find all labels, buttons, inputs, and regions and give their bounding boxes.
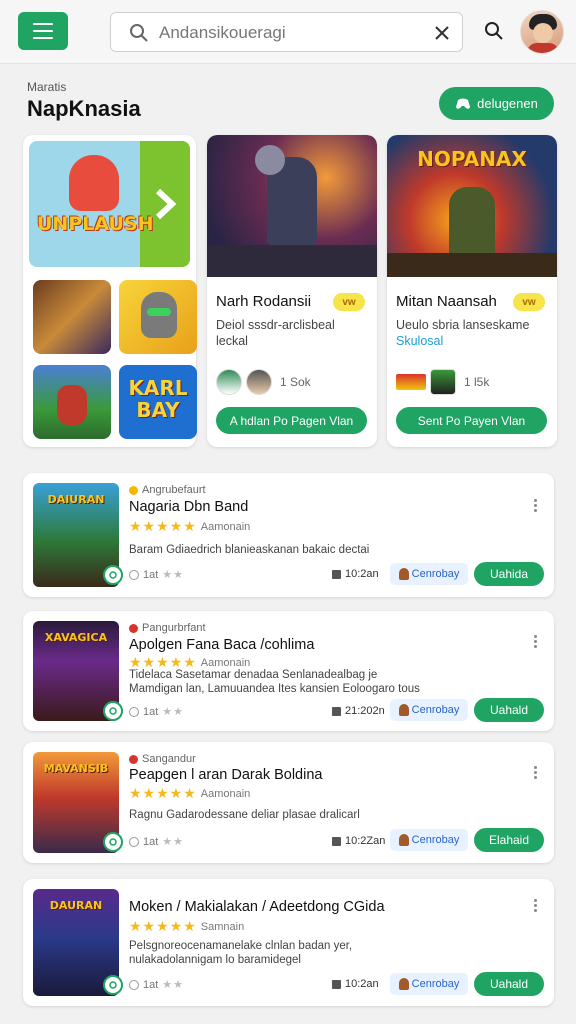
top-app-bar — [0, 0, 576, 64]
more-options-icon[interactable] — [529, 635, 541, 651]
player-avatars: 1 Sok — [216, 369, 311, 395]
collection-hero-logo: UNPLAUSH — [37, 213, 154, 235]
featured-game-title: Narh Rodansii — [216, 293, 312, 310]
section-title: NapKnasia — [27, 96, 141, 121]
install-button[interactable]: Elahaid — [474, 828, 544, 852]
featured-game-image[interactable]: NOPANAX — [387, 135, 557, 277]
game-description: Ragnu Gadarodessane deliar plasae dralic… — [129, 809, 360, 821]
category-label: Angrubefaurt — [129, 484, 206, 496]
row-footer: 1at ★★ — [129, 568, 184, 581]
list-item[interactable]: DAURAN Moken / Makialakan / Adeetdong CG… — [23, 879, 554, 1006]
list-item[interactable]: DAIURAN Angrubefaurt Nagaria Dbn Band ★★… — [23, 473, 554, 597]
section-action-label: delugenen — [477, 96, 538, 111]
rating: ★★★★★ Aamonain — [129, 518, 251, 534]
publisher-tag[interactable]: Cenrobay — [390, 829, 468, 851]
publisher-tag[interactable]: Cenrobay — [390, 699, 468, 721]
play-button[interactable]: A hdlan Po Pagen Vlan — [216, 407, 367, 434]
game-description: Baram Gdiaedrich blanieaskanan bakaic de… — [129, 544, 370, 556]
row-footer: 1at ★★ — [129, 705, 184, 718]
featured-art-logo: NOPANAX — [417, 147, 527, 171]
verified-icon — [103, 701, 123, 721]
game-thumbnail[interactable]: KARL BAY — [119, 365, 197, 439]
featured-game-description: Ueulo sbria lanseskame Skulosal — [396, 318, 530, 348]
play-button[interactable]: Sent Po Payen Vlan — [396, 407, 547, 434]
game-title: Nagaria Dbn Band — [129, 499, 249, 515]
avatar[interactable] — [520, 10, 564, 54]
list-item[interactable]: MAVANSIB Sangandur Peapgen l aran Darak … — [23, 742, 554, 863]
game-title: Moken / Makialakan / Adeetdong CGida — [129, 899, 385, 915]
clock-icon — [129, 706, 139, 717]
avatar — [430, 369, 456, 395]
section-action-button[interactable]: delugenen — [439, 87, 554, 120]
timestamp: 10:2an — [332, 978, 379, 990]
category-label: Pangurbrfant — [129, 622, 206, 634]
list-item[interactable]: XAVAGICA Pangurbrfant Apolgen Fana Baca … — [23, 611, 554, 731]
flag-icon — [396, 374, 426, 390]
featured-game-description: Deiol sssdr-arclisbeal leckal — [216, 318, 335, 348]
close-icon[interactable] — [432, 23, 452, 43]
game-thumbnail[interactable] — [119, 280, 197, 354]
player-count: 1 Sok — [280, 375, 311, 389]
rating-badge: vw — [513, 293, 545, 311]
chevron-right-icon — [155, 188, 176, 220]
game-thumbnail[interactable] — [33, 365, 111, 439]
section-subtitle: Maratis — [27, 80, 67, 94]
avatar — [246, 369, 272, 395]
player-count: 1 l5k — [464, 375, 490, 389]
install-button[interactable]: Uahald — [474, 972, 544, 996]
game-description: Tidelaca Sasetamar denadaa Senlanadealba… — [129, 669, 420, 695]
row-footer: 1at ★★ — [129, 978, 184, 991]
row-footer: 1at ★★ — [129, 835, 184, 848]
clock-icon — [129, 836, 139, 847]
publisher-tag[interactable]: Cenrobay — [390, 563, 468, 585]
search-bar[interactable] — [110, 12, 463, 52]
game-description: Pelsgnoreocenamanelake clnlan badan yer,… — [129, 940, 353, 966]
search-input[interactable] — [159, 21, 419, 45]
install-button[interactable]: Uahida — [474, 562, 544, 586]
featured-game-image[interactable] — [207, 135, 377, 277]
clock-icon — [129, 569, 139, 580]
avatar — [216, 369, 242, 395]
rating: ★★★★★ Samnain — [129, 918, 245, 934]
verified-icon — [103, 832, 123, 852]
menu-button[interactable] — [18, 12, 68, 50]
timestamp: 10:2an — [332, 568, 379, 580]
featured-game-card[interactable]: Narh Rodansii vw Deiol sssdr-arclisbeal … — [207, 135, 377, 447]
collection-hero-image[interactable]: UNPLAUSH — [29, 141, 190, 267]
featured-game-title: Mitan Naansah — [396, 293, 497, 310]
more-options-icon[interactable] — [529, 899, 541, 915]
clock-icon — [129, 979, 139, 990]
publisher-tag[interactable]: Cenrobay — [390, 973, 468, 995]
featured-game-card[interactable]: NOPANAX Mitan Naansah vw Ueulo sbria lan… — [387, 135, 557, 447]
install-button[interactable]: Uahald — [474, 698, 544, 722]
verified-icon — [103, 565, 123, 585]
verified-icon — [103, 975, 123, 995]
timestamp: 21:202n — [332, 705, 385, 717]
gamepad-icon — [456, 98, 471, 109]
rating-badge: vw — [333, 293, 365, 311]
more-options-icon[interactable] — [529, 499, 541, 515]
category-label: Sangandur — [129, 753, 196, 765]
player-avatars: 1 l5k — [396, 369, 489, 395]
game-thumbnail[interactable] — [33, 280, 111, 354]
search-icon[interactable] — [484, 21, 504, 41]
more-options-icon[interactable] — [529, 766, 541, 782]
timestamp: 10:2Zan — [332, 835, 385, 847]
game-title: Apolgen Fana Baca /cohlima — [129, 637, 315, 653]
collection-card[interactable]: UNPLAUSH KARL BAY — [23, 135, 197, 447]
game-title: Peapgen l aran Darak Boldina — [129, 767, 323, 783]
rating: ★★★★★ Aamonain — [129, 785, 251, 801]
search-icon — [130, 24, 148, 42]
